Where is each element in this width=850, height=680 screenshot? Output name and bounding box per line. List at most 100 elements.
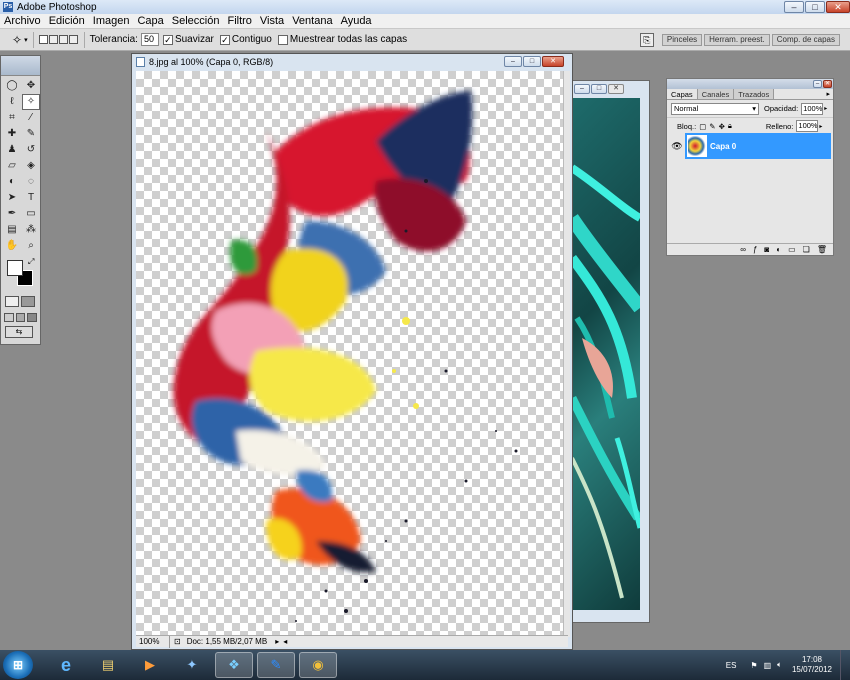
sample-all-layers-checkbox[interactable] <box>277 34 288 45</box>
menu-ayuda[interactable]: Ayuda <box>337 15 376 27</box>
zoom-tool-icon[interactable]: ⌕ <box>22 238 40 254</box>
visibility-eye-icon[interactable]: 👁︎ <box>669 133 685 159</box>
maximize-button[interactable]: □ <box>805 1 825 13</box>
delete-layer-icon[interactable]: 🗑︎ <box>817 244 827 255</box>
notes-tool-icon[interactable]: ▤ <box>3 222 21 238</box>
panel-minimize-button[interactable]: – <box>813 80 822 88</box>
history-brush-icon[interactable]: ↺ <box>22 142 40 158</box>
marquee-tool-icon[interactable]: ◯ <box>3 78 21 94</box>
menu-imagen[interactable]: Imagen <box>89 15 134 27</box>
path-selection-icon[interactable]: ➤ <box>3 190 21 206</box>
zoom-field[interactable]: 100% <box>136 635 170 648</box>
menu-capa[interactable]: Capa <box>133 15 167 27</box>
menu-filtro[interactable]: Filtro <box>223 15 255 27</box>
bg-maximize-button[interactable]: □ <box>591 84 607 94</box>
fill-arrow-icon[interactable]: ▸ <box>819 123 822 130</box>
clone-stamp-icon[interactable]: ♟ <box>3 142 21 158</box>
lasso-tool-icon[interactable]: ℓ <box>3 94 21 110</box>
tray-network-icon[interactable]: ▥ <box>764 661 772 670</box>
shape-tool-icon[interactable]: ▭ <box>22 206 40 222</box>
blur-tool-icon[interactable]: ◌ <box>22 174 40 190</box>
file-browser-icon[interactable]: ⎘ <box>639 32 654 47</box>
antialias-checkbox[interactable]: ✓ <box>162 34 173 45</box>
eyedropper-tool-icon[interactable]: ⁂ <box>22 222 40 238</box>
file-explorer-icon[interactable]: ▤ <box>89 652 127 678</box>
add-selection-button[interactable] <box>48 35 58 44</box>
screen-mode-3-button[interactable] <box>27 313 38 322</box>
tab-herramientas-preestablecidas[interactable]: Herram. preest. <box>704 33 770 46</box>
quick-mask-button[interactable] <box>21 296 35 307</box>
lock-pixels-icon[interactable]: ✎ <box>709 122 715 131</box>
new-layer-icon[interactable]: ❏ <box>803 244 810 255</box>
paint-bucket-icon[interactable]: ◈ <box>22 158 40 174</box>
tab-trazados[interactable]: Trazados <box>734 89 775 99</box>
vertical-scrollbar[interactable] <box>563 71 570 637</box>
panel-menu-icon[interactable]: ▸ <box>826 89 830 99</box>
dodge-tool-icon[interactable]: ◐ <box>3 174 21 190</box>
clock[interactable]: 17:08 15/07/2012 <box>792 655 832 675</box>
contiguous-checkbox[interactable]: ✓ <box>219 34 230 45</box>
minimize-button[interactable]: – <box>784 1 804 13</box>
menu-ventana[interactable]: Ventana <box>288 15 336 27</box>
opacity-input[interactable]: 100% <box>801 102 824 115</box>
type-tool-icon[interactable]: T <box>22 190 40 206</box>
menu-edicion[interactable]: Edición <box>45 15 89 27</box>
opacity-arrow-icon[interactable]: ▸ <box>824 105 827 112</box>
new-selection-button[interactable] <box>38 35 48 44</box>
standard-mode-button[interactable] <box>5 296 19 307</box>
media-player-icon[interactable]: ▶ <box>131 652 169 678</box>
tab-pinceles[interactable]: Pinceles <box>661 33 703 46</box>
chrome-icon[interactable]: ◉ <box>299 652 337 678</box>
pen-tool-icon[interactable]: ✒ <box>3 206 21 222</box>
intersect-selection-button[interactable] <box>68 35 78 44</box>
brush-tool-icon[interactable]: ✎ <box>22 126 40 142</box>
doc-minimize-button[interactable]: – <box>504 56 522 67</box>
new-group-icon[interactable]: ▭ <box>788 244 796 255</box>
tab-canales[interactable]: Canales <box>697 89 735 99</box>
bg-close-button[interactable]: ✕ <box>608 84 624 94</box>
layer-row[interactable]: 👁︎ Capa 0 <box>669 133 831 159</box>
start-button[interactable]: ⊞ <box>3 651 33 679</box>
screen-mode-2-button[interactable] <box>15 313 26 322</box>
app-5-icon[interactable]: ❖ <box>215 652 253 678</box>
tray-flag-icon[interactable]: ⚑ <box>750 661 757 670</box>
layers-panel-header[interactable]: – ✕ <box>667 79 833 89</box>
crop-tool-icon[interactable]: ⌗ <box>3 110 21 126</box>
layer-mask-icon[interactable]: ◙ <box>764 244 769 255</box>
move-tool-icon[interactable]: ✥ <box>22 78 40 94</box>
screen-mode-1-button[interactable] <box>4 313 14 322</box>
magic-wand-tool-icon[interactable]: ✧ <box>22 94 40 110</box>
horizontal-scroll-left-icon[interactable]: ◂ <box>283 637 287 646</box>
foreground-color-swatch[interactable] <box>7 260 23 276</box>
magic-wand-icon[interactable]: ✧ <box>12 33 22 47</box>
tab-composiciones-de-capas[interactable]: Comp. de capas <box>771 33 840 46</box>
blend-mode-select[interactable]: Normal ▾ <box>671 102 759 115</box>
doc-close-button[interactable]: ✕ <box>542 56 564 67</box>
photoshop-taskbar-icon[interactable]: ✎ <box>257 652 295 678</box>
internet-explorer-icon[interactable]: e <box>47 652 85 678</box>
slice-tool-icon[interactable]: ⁄ <box>22 110 40 126</box>
app-4-icon[interactable]: ✦ <box>173 652 211 678</box>
menu-archivo[interactable]: Archivo <box>0 15 45 27</box>
lock-all-icon[interactable]: 🔒︎ <box>728 121 732 131</box>
panel-close-button[interactable]: ✕ <box>823 80 832 88</box>
eraser-tool-icon[interactable]: ▱ <box>3 158 21 174</box>
lock-transparency-icon[interactable]: ▢ <box>699 122 706 131</box>
tray-volume-icon[interactable]: 🔈︎ <box>777 660 782 670</box>
menu-seleccion[interactable]: Selección <box>168 15 224 27</box>
fill-input[interactable]: 100% <box>796 120 819 132</box>
language-indicator[interactable]: ES <box>726 661 737 670</box>
status-info-icon[interactable]: ⊡ <box>174 637 181 646</box>
imageready-button[interactable]: ⇆ <box>5 326 33 338</box>
swap-colors-icon[interactable]: ⤢ <box>28 257 34 267</box>
background-canvas[interactable] <box>572 98 640 610</box>
tolerance-input[interactable]: 50 <box>140 33 159 46</box>
subtract-selection-button[interactable] <box>58 35 68 44</box>
background-document-window[interactable]: – □ ✕ <box>565 80 650 623</box>
layer-style-icon[interactable]: ƒ <box>753 244 757 255</box>
lock-position-icon[interactable]: ✥ <box>719 122 725 131</box>
link-layers-icon[interactable]: ∞ <box>740 244 746 255</box>
tab-capas[interactable]: Capas <box>667 89 698 99</box>
toolbox-header[interactable] <box>1 56 40 76</box>
menu-vista[interactable]: Vista <box>256 15 288 27</box>
